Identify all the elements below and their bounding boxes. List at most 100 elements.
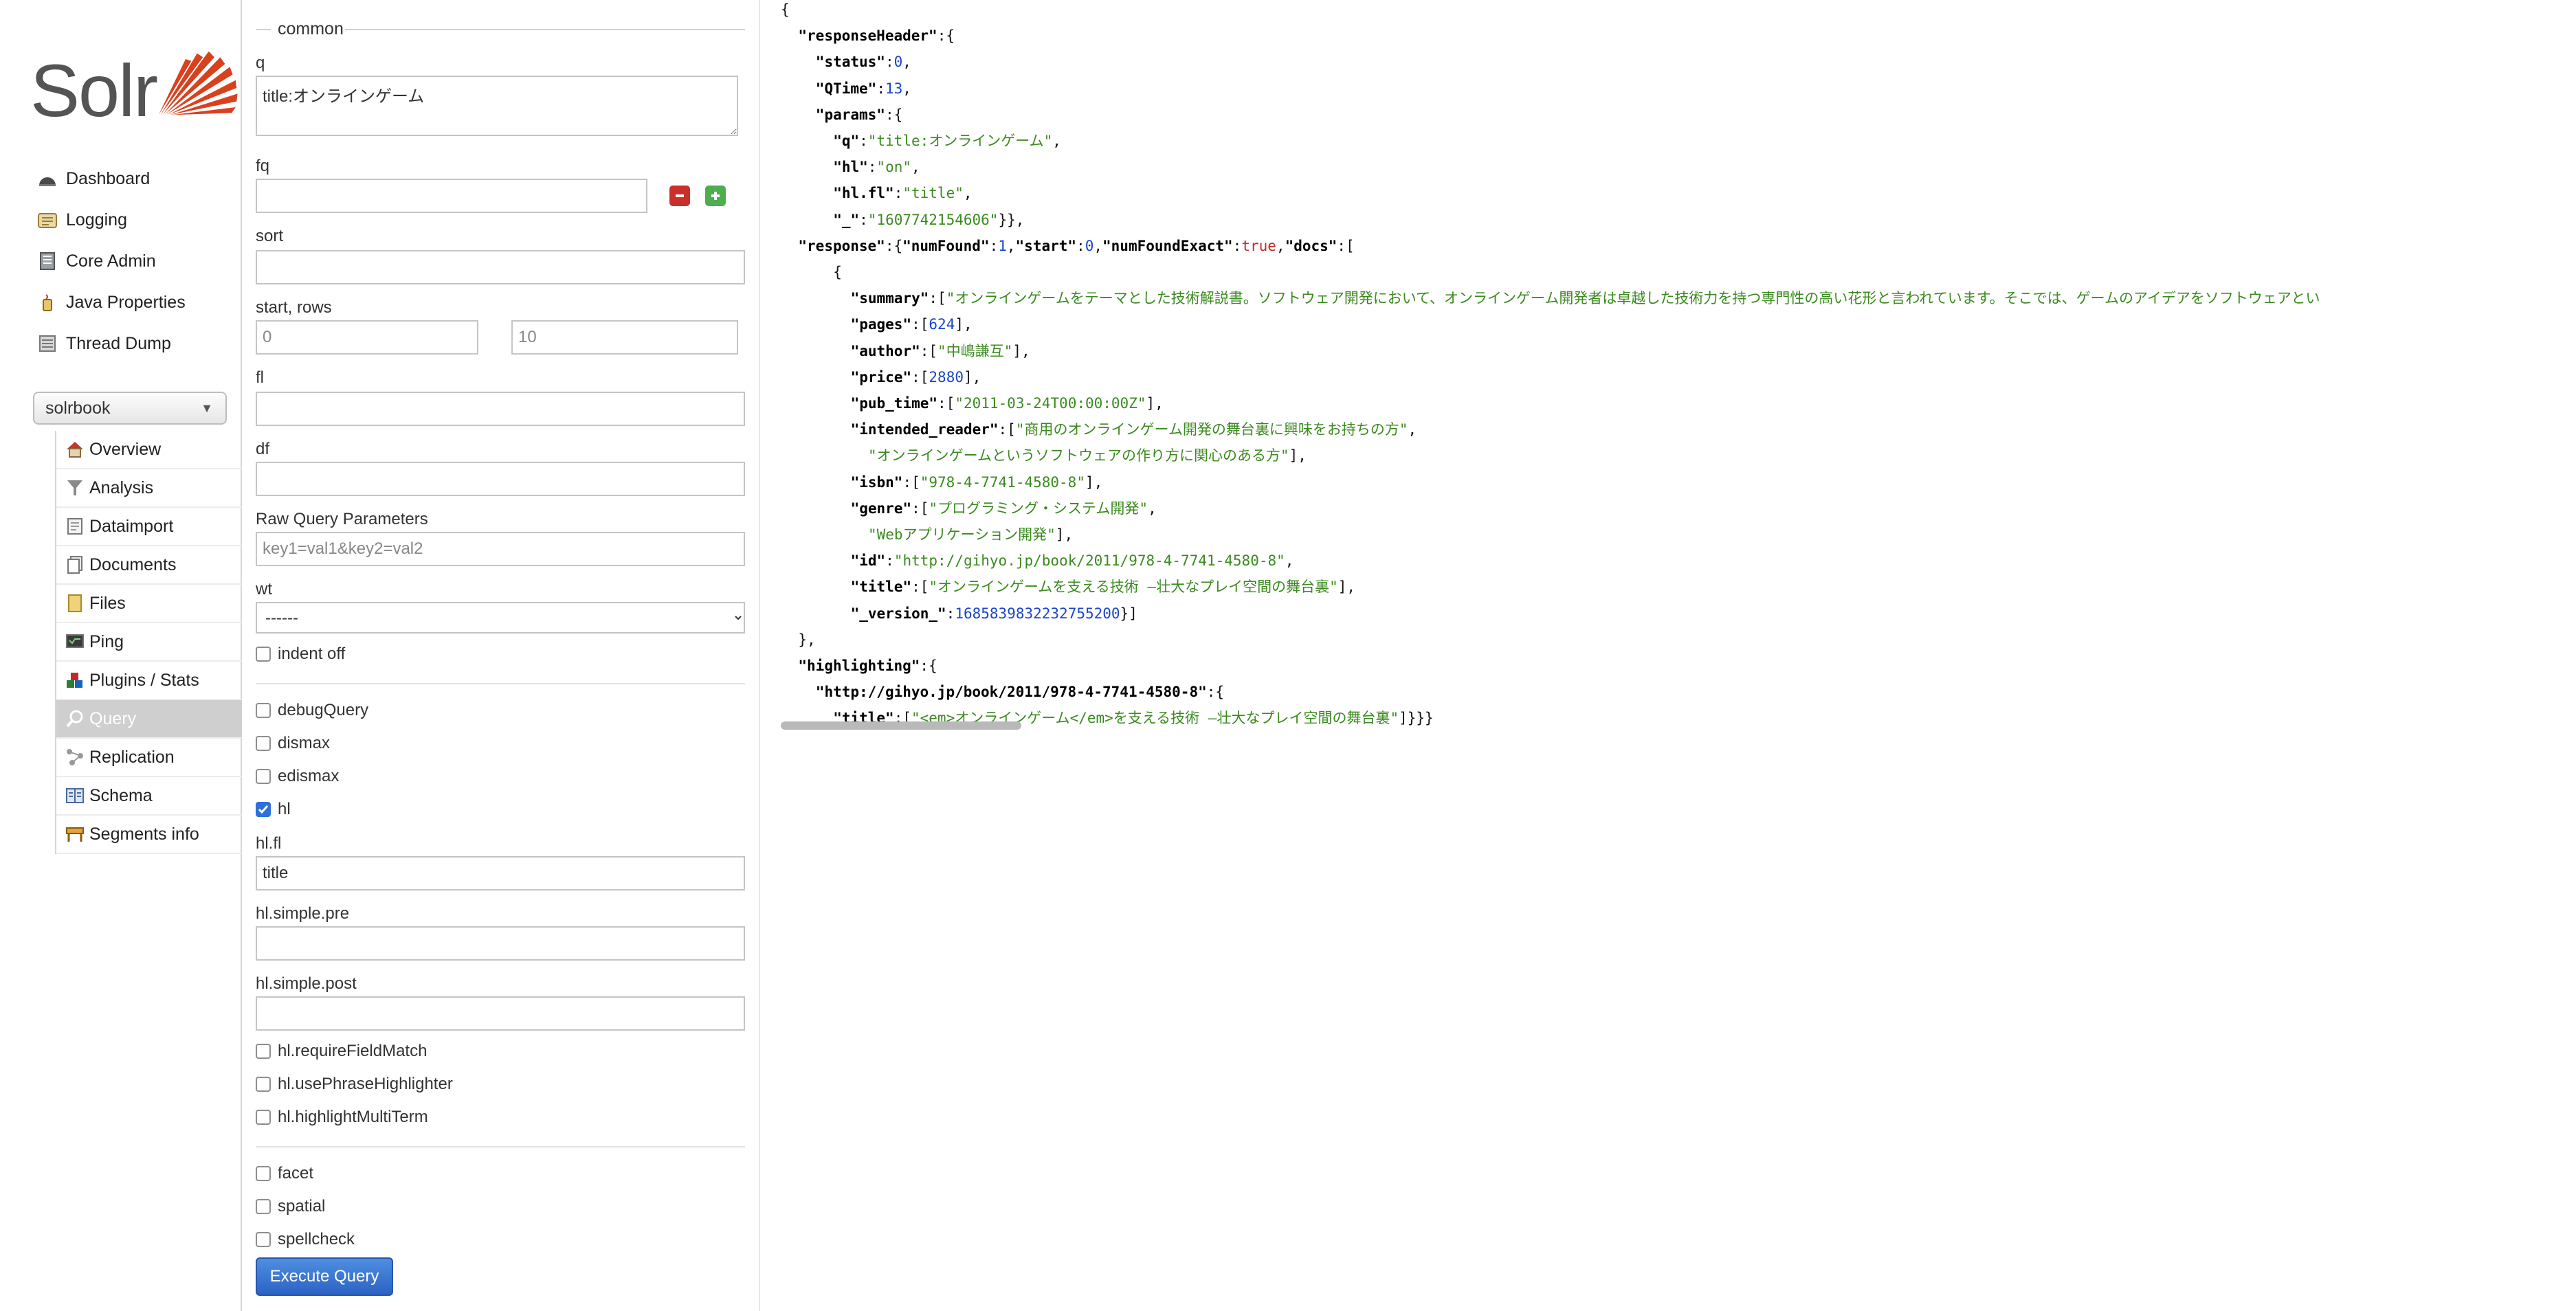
checkbox-box[interactable] — [256, 736, 271, 751]
json-punct: , — [911, 159, 920, 176]
json-line: "http://gihyo.jp/book/2011/978-4-7741-45… — [816, 685, 1224, 699]
core-menu-query[interactable]: Query — [56, 700, 242, 739]
checkbox-label: edismax — [278, 767, 340, 785]
core-menu-replication[interactable]: Replication — [56, 739, 242, 777]
fl-label: fl — [256, 368, 264, 387]
json-punct: ], — [963, 368, 981, 385]
rows-input[interactable] — [511, 320, 738, 355]
spatial-checkbox[interactable]: spatial — [256, 1197, 325, 1216]
spellcheck-checkbox[interactable]: spellcheck — [256, 1230, 355, 1249]
core-menu-files[interactable]: Files — [56, 585, 242, 623]
core-menu-ping[interactable]: Ping — [56, 623, 242, 662]
horizontal-scrollbar[interactable] — [781, 721, 1021, 730]
checkbox-box[interactable] — [256, 1110, 271, 1125]
fq-input[interactable] — [256, 179, 647, 213]
hl-checkbox[interactable]: hl — [256, 800, 291, 819]
nav-item-dashboard[interactable]: Dashboard — [30, 158, 241, 199]
nav-item-thread-dump[interactable]: Thread Dump — [30, 323, 241, 364]
json-punct: : — [876, 80, 885, 97]
json-value: "商用のオンラインゲーム開発の舞台裏に興味をお持ちの方" — [1015, 421, 1408, 438]
documents-icon — [65, 554, 85, 575]
checkbox-box[interactable] — [256, 703, 271, 718]
json-key: "isbn" — [850, 473, 903, 491]
dismax-checkbox[interactable]: dismax — [256, 734, 330, 753]
wt-select[interactable]: ------ — [256, 602, 745, 634]
df-input[interactable] — [256, 462, 745, 496]
json-value: "オンラインゲームを支える技術 —壮大なプレイ空間の舞台裏" — [929, 579, 1338, 596]
debugquery-checkbox[interactable]: debugQuery — [256, 701, 368, 720]
checkbox-box[interactable] — [256, 1077, 271, 1092]
core-menu-schema[interactable]: Schema — [56, 777, 242, 816]
json-punct: , — [1285, 552, 1294, 570]
json-punct: ]}}} — [1399, 710, 1434, 727]
core-menu-dataimport[interactable]: Dataimport — [56, 508, 242, 546]
add-fq-button[interactable] — [705, 186, 726, 206]
json-value: "中嶋謙互" — [937, 342, 1013, 359]
checkbox-box[interactable] — [256, 769, 271, 784]
checkbox-label: hl.requireFieldMatch — [278, 1042, 428, 1060]
q-label: q — [256, 54, 265, 72]
nav-item-java-properties[interactable]: Java Properties — [30, 282, 241, 323]
checkbox-box[interactable] — [256, 1199, 271, 1214]
sort-input[interactable] — [256, 250, 745, 284]
hl-simple-pre-input[interactable] — [256, 926, 745, 961]
hl-simple-pre-label: hl.simple.pre — [256, 904, 350, 923]
json-value: "http://gihyo.jp/book/2011/978-4-7741-45… — [893, 552, 1285, 570]
nav-label: Logging — [66, 210, 127, 229]
core-menu-plugins-stats[interactable]: Plugins / Stats — [56, 662, 242, 700]
facet-checkbox[interactable]: facet — [256, 1164, 313, 1183]
checkbox-box[interactable] — [256, 802, 271, 817]
core-menu-segments-info[interactable]: Segments info — [56, 816, 242, 854]
remove-fq-button[interactable] — [669, 186, 690, 206]
edismax-checkbox[interactable]: edismax — [256, 767, 339, 786]
indent-off-checkbox[interactable]: indent off — [256, 645, 345, 664]
checkbox-label: spatial — [278, 1197, 326, 1215]
start-input[interactable] — [256, 320, 478, 355]
raw-params-input[interactable] — [256, 532, 745, 566]
checkbox-box[interactable] — [256, 1044, 271, 1059]
json-key: "QTime" — [815, 80, 877, 97]
hl-requirefieldmatch-checkbox[interactable]: hl.requireFieldMatch — [256, 1042, 427, 1061]
core-menu-analysis[interactable]: Analysis — [56, 469, 242, 508]
fieldset-border — [256, 29, 271, 30]
q-textarea[interactable]: title:オンラインゲーム — [256, 76, 738, 136]
json-line: "responseHeader":{ — [798, 29, 955, 43]
json-value: 1685839832232755200 — [955, 605, 1120, 622]
nav-item-logging[interactable]: Logging — [30, 199, 241, 240]
json-line: "status":0, — [816, 55, 911, 69]
execute-query-button[interactable]: Execute Query — [256, 1257, 393, 1296]
java-properties-icon — [37, 292, 58, 313]
start-rows-label: start, rows — [256, 298, 332, 317]
checkbox-box[interactable] — [256, 647, 271, 662]
core-menu-documents[interactable]: Documents — [56, 546, 242, 585]
hl-fl-input[interactable] — [256, 856, 745, 890]
segments-icon — [65, 824, 85, 844]
json-key: "params" — [815, 106, 885, 123]
json-line: }, — [798, 632, 815, 647]
hl-usephrasehighlighter-checkbox[interactable]: hl.usePhraseHighlighter — [256, 1075, 453, 1094]
json-punct: ], — [1337, 579, 1356, 596]
nav-item-core-admin[interactable]: Core Admin — [30, 240, 241, 282]
checkbox-box[interactable] — [256, 1166, 271, 1181]
core-selector[interactable]: solrbook ▼ — [33, 392, 227, 425]
solr-logo[interactable]: Solr — [30, 30, 238, 133]
json-punct: ], — [955, 316, 973, 333]
json-punct: : — [1076, 237, 1085, 254]
json-key: "hl.fl" — [833, 185, 894, 202]
checkbox-label: facet — [278, 1164, 314, 1183]
json-punct: , — [902, 80, 911, 97]
hl-highlightmultiterm-checkbox[interactable]: hl.highlightMultiTerm — [256, 1108, 428, 1127]
core-menu-overview[interactable]: Overview — [56, 431, 242, 469]
json-punct: , — [1052, 133, 1061, 149]
fl-input[interactable] — [256, 392, 745, 426]
json-punct: :[ — [902, 473, 920, 491]
json-value: true — [1241, 237, 1276, 254]
json-value: 2880 — [929, 368, 964, 385]
json-punct: :[ — [920, 342, 938, 359]
core-menu-label: Segments info — [89, 824, 199, 844]
checkbox-box[interactable] — [256, 1232, 271, 1247]
json-line: "price":[2880], — [851, 370, 981, 385]
hl-simple-post-input[interactable] — [256, 996, 745, 1031]
json-punct: : — [885, 54, 894, 71]
json-key: "q" — [833, 133, 860, 149]
